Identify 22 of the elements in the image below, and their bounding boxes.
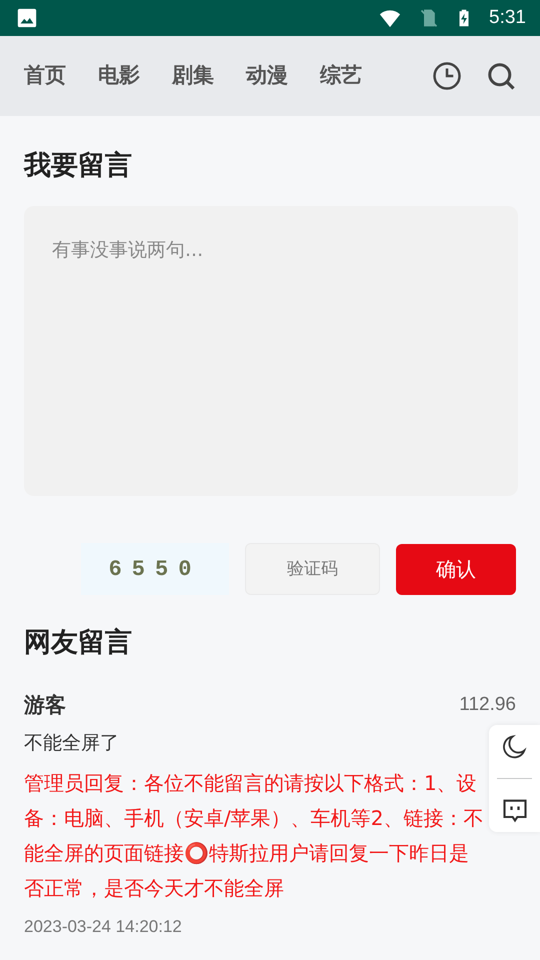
nav-tab[interactable]: 电影: [98, 60, 140, 92]
ip-address: 112.96: [459, 693, 516, 718]
confirm-button[interactable]: 确认: [396, 544, 516, 595]
nav-tab[interactable]: 首页: [24, 60, 66, 92]
admin-reply: 管理员回复：各位不能留言的请按以下格式：1、设备：电脑、手机（安卓/苹果）、车机等2、链接：不能全屏的页面链接⭕特斯拉用户请回复一下昨日是否正常，是否今天才不能全屏: [24, 770, 484, 902]
clock-time: 5:31: [489, 6, 526, 30]
moon-icon[interactable]: [500, 733, 528, 762]
image-icon: [16, 7, 38, 29]
nav-tab[interactable]: 综艺: [320, 60, 362, 92]
search-icon[interactable]: [486, 61, 516, 91]
nav-tab[interactable]: 动漫: [246, 60, 288, 92]
no-sim-icon: [419, 7, 440, 29]
history-icon[interactable]: [432, 61, 462, 91]
comment-text: 不能全屏了: [24, 731, 120, 756]
comment-author: 游客: [24, 692, 66, 719]
comment-date: 2023-03-24 14:20:12: [24, 916, 183, 938]
message-field[interactable]: 有事没事说两句...: [24, 206, 518, 496]
nav-tab[interactable]: 剧集: [172, 60, 214, 92]
captcha-image[interactable]: 6550: [81, 543, 229, 596]
section-title: 我要留言: [24, 150, 133, 182]
captcha-field[interactable]: 验证码: [245, 543, 380, 596]
section-title: 网友留言: [24, 627, 133, 660]
